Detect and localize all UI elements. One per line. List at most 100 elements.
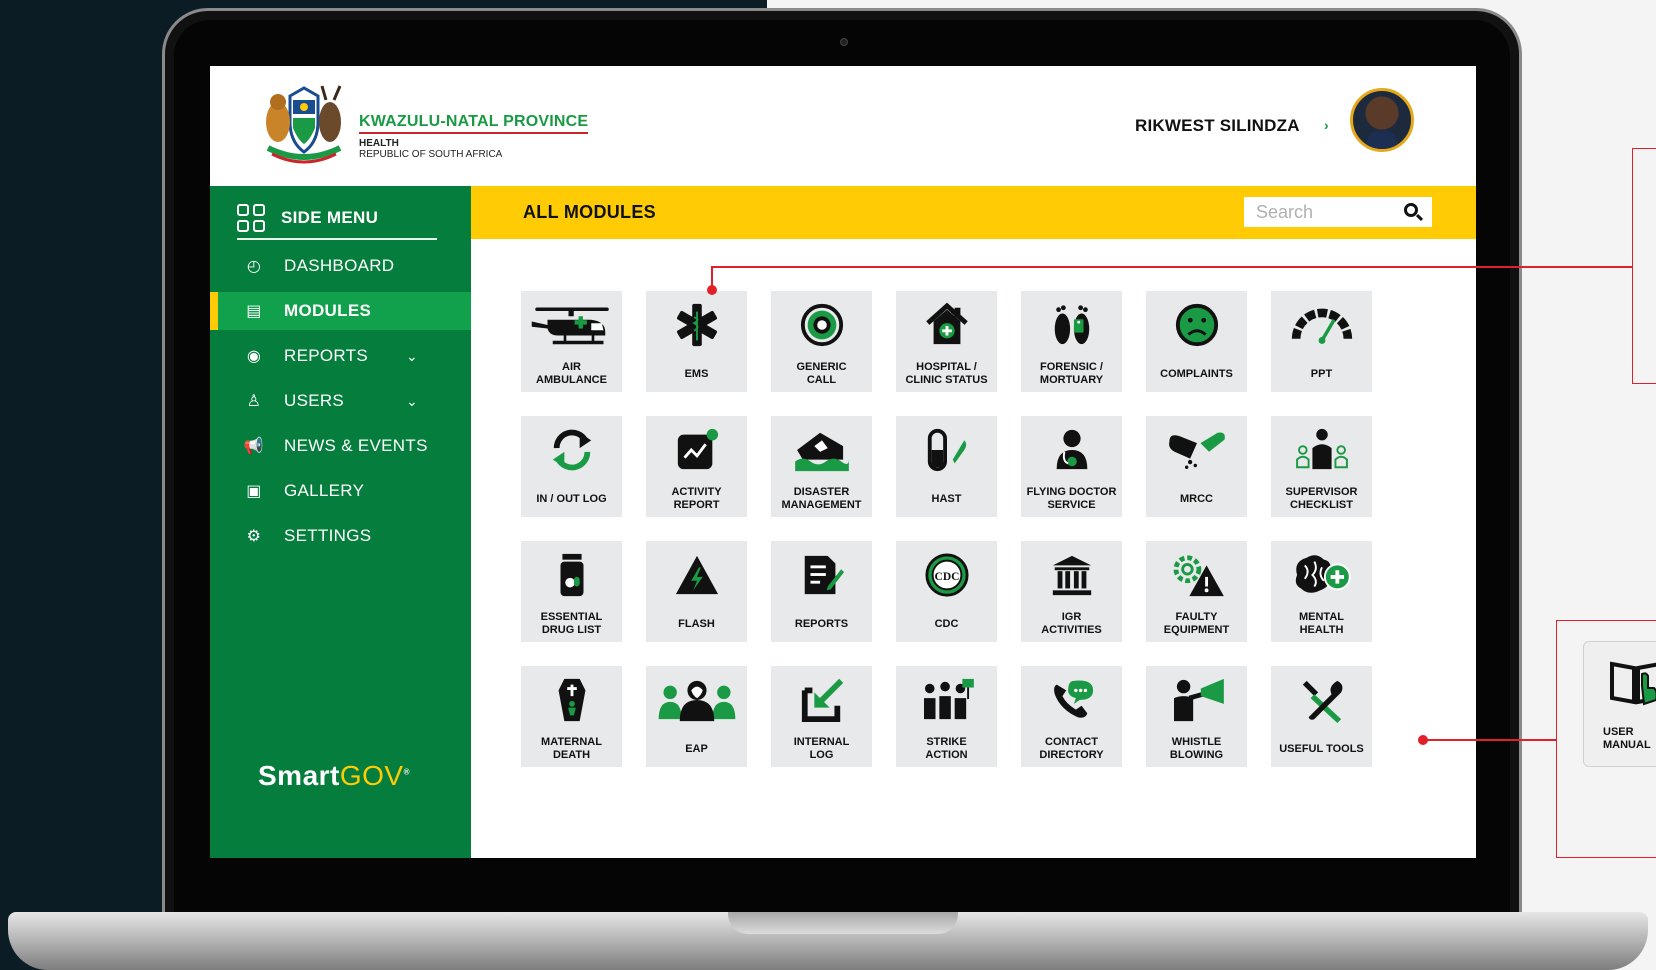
medicine-bottle-icon xyxy=(521,551,622,599)
reports-icon: ◉ xyxy=(246,348,262,365)
module-label: GENERIC CALL xyxy=(796,361,847,386)
module-tile-mental-health[interactable]: MENTAL HEALTH xyxy=(1271,541,1372,642)
smartgov-logo: SmartGOV® xyxy=(258,760,411,791)
annotation-line xyxy=(711,266,1633,268)
generic-call-icon xyxy=(771,301,872,349)
user-menu-chevron-icon[interactable]: › xyxy=(1324,117,1329,133)
side-menu: SIDE MENU ◴ DASHBOARD ▤ MODULES ◉ REPORTS ⌄ ♙ US… xyxy=(210,186,471,858)
government-building-icon xyxy=(1021,551,1122,599)
feet-tag-icon xyxy=(1021,301,1122,349)
module-tile-useful-tools[interactable]: USEFUL TOOLS xyxy=(1271,666,1372,767)
module-label: EAP xyxy=(685,743,708,755)
module-tile-internal-log[interactable]: INTERNAL LOG xyxy=(771,666,872,767)
megaphone-icon: 📢 xyxy=(243,438,265,455)
module-tile-mrcc[interactable]: MRCC xyxy=(1146,416,1247,517)
module-label: HAST xyxy=(931,493,962,505)
search-icon[interactable] xyxy=(1404,203,1418,217)
module-tile-contact-directory[interactable]: CONTACT DIRECTORY xyxy=(1021,666,1122,767)
module-label: INTERNAL LOG xyxy=(793,736,850,761)
hospital-icon xyxy=(896,301,997,349)
star-of-life-icon xyxy=(646,301,747,349)
module-tile-igr-activities[interactable]: IGR ACTIVITIES xyxy=(1021,541,1122,642)
module-label: IN / OUT LOG xyxy=(536,493,607,505)
gear-warning-icon xyxy=(1146,551,1247,599)
pill-capsule-icon xyxy=(896,426,997,474)
module-label: FLYING DOCTOR SERVICE xyxy=(1026,486,1117,511)
sidebar-item-modules[interactable]: ▤ MODULES xyxy=(210,292,471,330)
module-label: ESSENTIAL DRUG LIST xyxy=(540,611,603,636)
gallery-icon: ▣ xyxy=(246,483,262,500)
module-tile-ems[interactable]: EMS xyxy=(646,291,747,392)
sidebar-item-news-events[interactable]: 📢 NEWS & EVENTS xyxy=(210,427,471,465)
sidebar-item-label: REPORTS xyxy=(284,346,368,365)
sidebar-item-label: MODULES xyxy=(284,301,372,320)
module-label: COMPLAINTS xyxy=(1160,368,1233,380)
app-header: KWAZULU-NATAL PROVINCE HEALTH REPUBLIC O… xyxy=(210,66,1476,186)
module-tile-in-out-log[interactable]: IN / OUT LOG xyxy=(521,416,622,517)
module-tile-activity-report[interactable]: ACTIVITY REPORT xyxy=(646,416,747,517)
cdc-seal-icon xyxy=(896,551,997,599)
side-menu-header[interactable]: SIDE MENU xyxy=(237,198,437,240)
coat-of-arms-icon xyxy=(266,85,342,164)
grid-menu-icon xyxy=(237,204,265,232)
annotation-line xyxy=(711,266,713,288)
module-label: STRIKE ACTION xyxy=(925,736,968,761)
module-tile-air-ambulance[interactable]: AIR AMBULANCE xyxy=(521,291,622,392)
module-tile-whistle-blowing[interactable]: WHISTLE BLOWING xyxy=(1146,666,1247,767)
module-tile-generic-call[interactable]: GENERIC CALL xyxy=(771,291,872,392)
module-tile-flash[interactable]: FLASH xyxy=(646,541,747,642)
module-tile-disaster-management[interactable]: DISASTER MANAGEMENT xyxy=(771,416,872,517)
sidebar-item-dashboard[interactable]: ◴ DASHBOARD xyxy=(210,247,471,285)
settings-icon: ⚙ xyxy=(246,528,262,545)
whistleblower-icon xyxy=(1146,676,1247,724)
org-name: KWAZULU-NATAL PROVINCE xyxy=(359,113,589,134)
user-manual-icon xyxy=(1610,661,1656,706)
group-people-icon xyxy=(646,676,747,724)
document-edit-icon xyxy=(771,551,872,599)
sidebar-item-label: USERS xyxy=(284,391,345,410)
inbox-arrow-icon xyxy=(771,676,872,724)
module-label: SUPERVISOR CHECKLIST xyxy=(1285,486,1358,511)
module-label: IGR ACTIVITIES xyxy=(1041,611,1102,636)
annotation-line xyxy=(1423,739,1557,741)
user-manual-label: USER MANUAL xyxy=(1603,726,1651,751)
module-tile-eap[interactable]: EAP xyxy=(646,666,747,767)
users-icon: ♙ xyxy=(246,393,262,410)
module-label: DISASTER MANAGEMENT xyxy=(781,486,862,511)
chevron-down-icon[interactable]: ⌄ xyxy=(406,393,418,410)
helicopter-icon xyxy=(521,301,622,349)
user-name[interactable]: RIKWEST SILINDZA xyxy=(1135,116,1300,136)
org-country: REPUBLIC OF SOUTH AFRICA xyxy=(359,149,503,160)
module-tile-essential-drug-list[interactable]: ESSENTIAL DRUG LIST xyxy=(521,541,622,642)
module-tile-reports[interactable]: REPORTS xyxy=(771,541,872,642)
module-label: CONTACT DIRECTORY xyxy=(1039,736,1104,761)
chevron-down-icon[interactable]: ⌄ xyxy=(406,348,418,365)
sidebar-item-users[interactable]: ♙ USERS ⌄ xyxy=(210,382,471,420)
module-tile-ppt[interactable]: PPT xyxy=(1271,291,1372,392)
side-menu-title: SIDE MENU xyxy=(281,208,379,227)
module-tile-supervisor-checklist[interactable]: SUPERVISOR CHECKLIST xyxy=(1271,416,1372,517)
module-tile-hast[interactable]: HAST xyxy=(896,416,997,517)
sidebar-item-label: DASHBOARD xyxy=(284,256,395,275)
sidebar-item-settings[interactable]: ⚙ SETTINGS xyxy=(210,517,471,555)
flash-warning-icon xyxy=(646,551,747,599)
module-tile-forensic-mortuary[interactable]: FORENSIC / MORTUARY xyxy=(1021,291,1122,392)
module-tile-hospital-clinic-status[interactable]: HOSPITAL / CLINIC STATUS xyxy=(896,291,997,392)
webcam-icon xyxy=(840,38,848,46)
org-department: HEALTH xyxy=(359,138,399,149)
module-tile-maternal-death[interactable]: MATERNAL DEATH xyxy=(521,666,622,767)
module-label: EMS xyxy=(684,368,709,380)
gauge-icon xyxy=(1271,301,1372,349)
sidebar-item-reports[interactable]: ◉ REPORTS ⌄ xyxy=(210,337,471,375)
sidebar-item-gallery[interactable]: ▣ GALLERY xyxy=(210,472,471,510)
module-tile-strike-action[interactable]: STRIKE ACTION xyxy=(896,666,997,767)
module-tile-cdc[interactable]: CDC xyxy=(896,541,997,642)
module-tile-flying-doctor-service[interactable]: FLYING DOCTOR SERVICE xyxy=(1021,416,1122,517)
avatar[interactable] xyxy=(1350,88,1414,152)
module-label: FAULTY EQUIPMENT xyxy=(1163,611,1230,636)
module-tile-faulty-equipment[interactable]: FAULTY EQUIPMENT xyxy=(1146,541,1247,642)
module-tile-complaints[interactable]: COMPLAINTS xyxy=(1146,291,1247,392)
module-label: HOSPITAL / CLINIC STATUS xyxy=(905,361,988,386)
search-input[interactable] xyxy=(1256,198,1406,226)
capsules-icon xyxy=(1146,426,1247,474)
